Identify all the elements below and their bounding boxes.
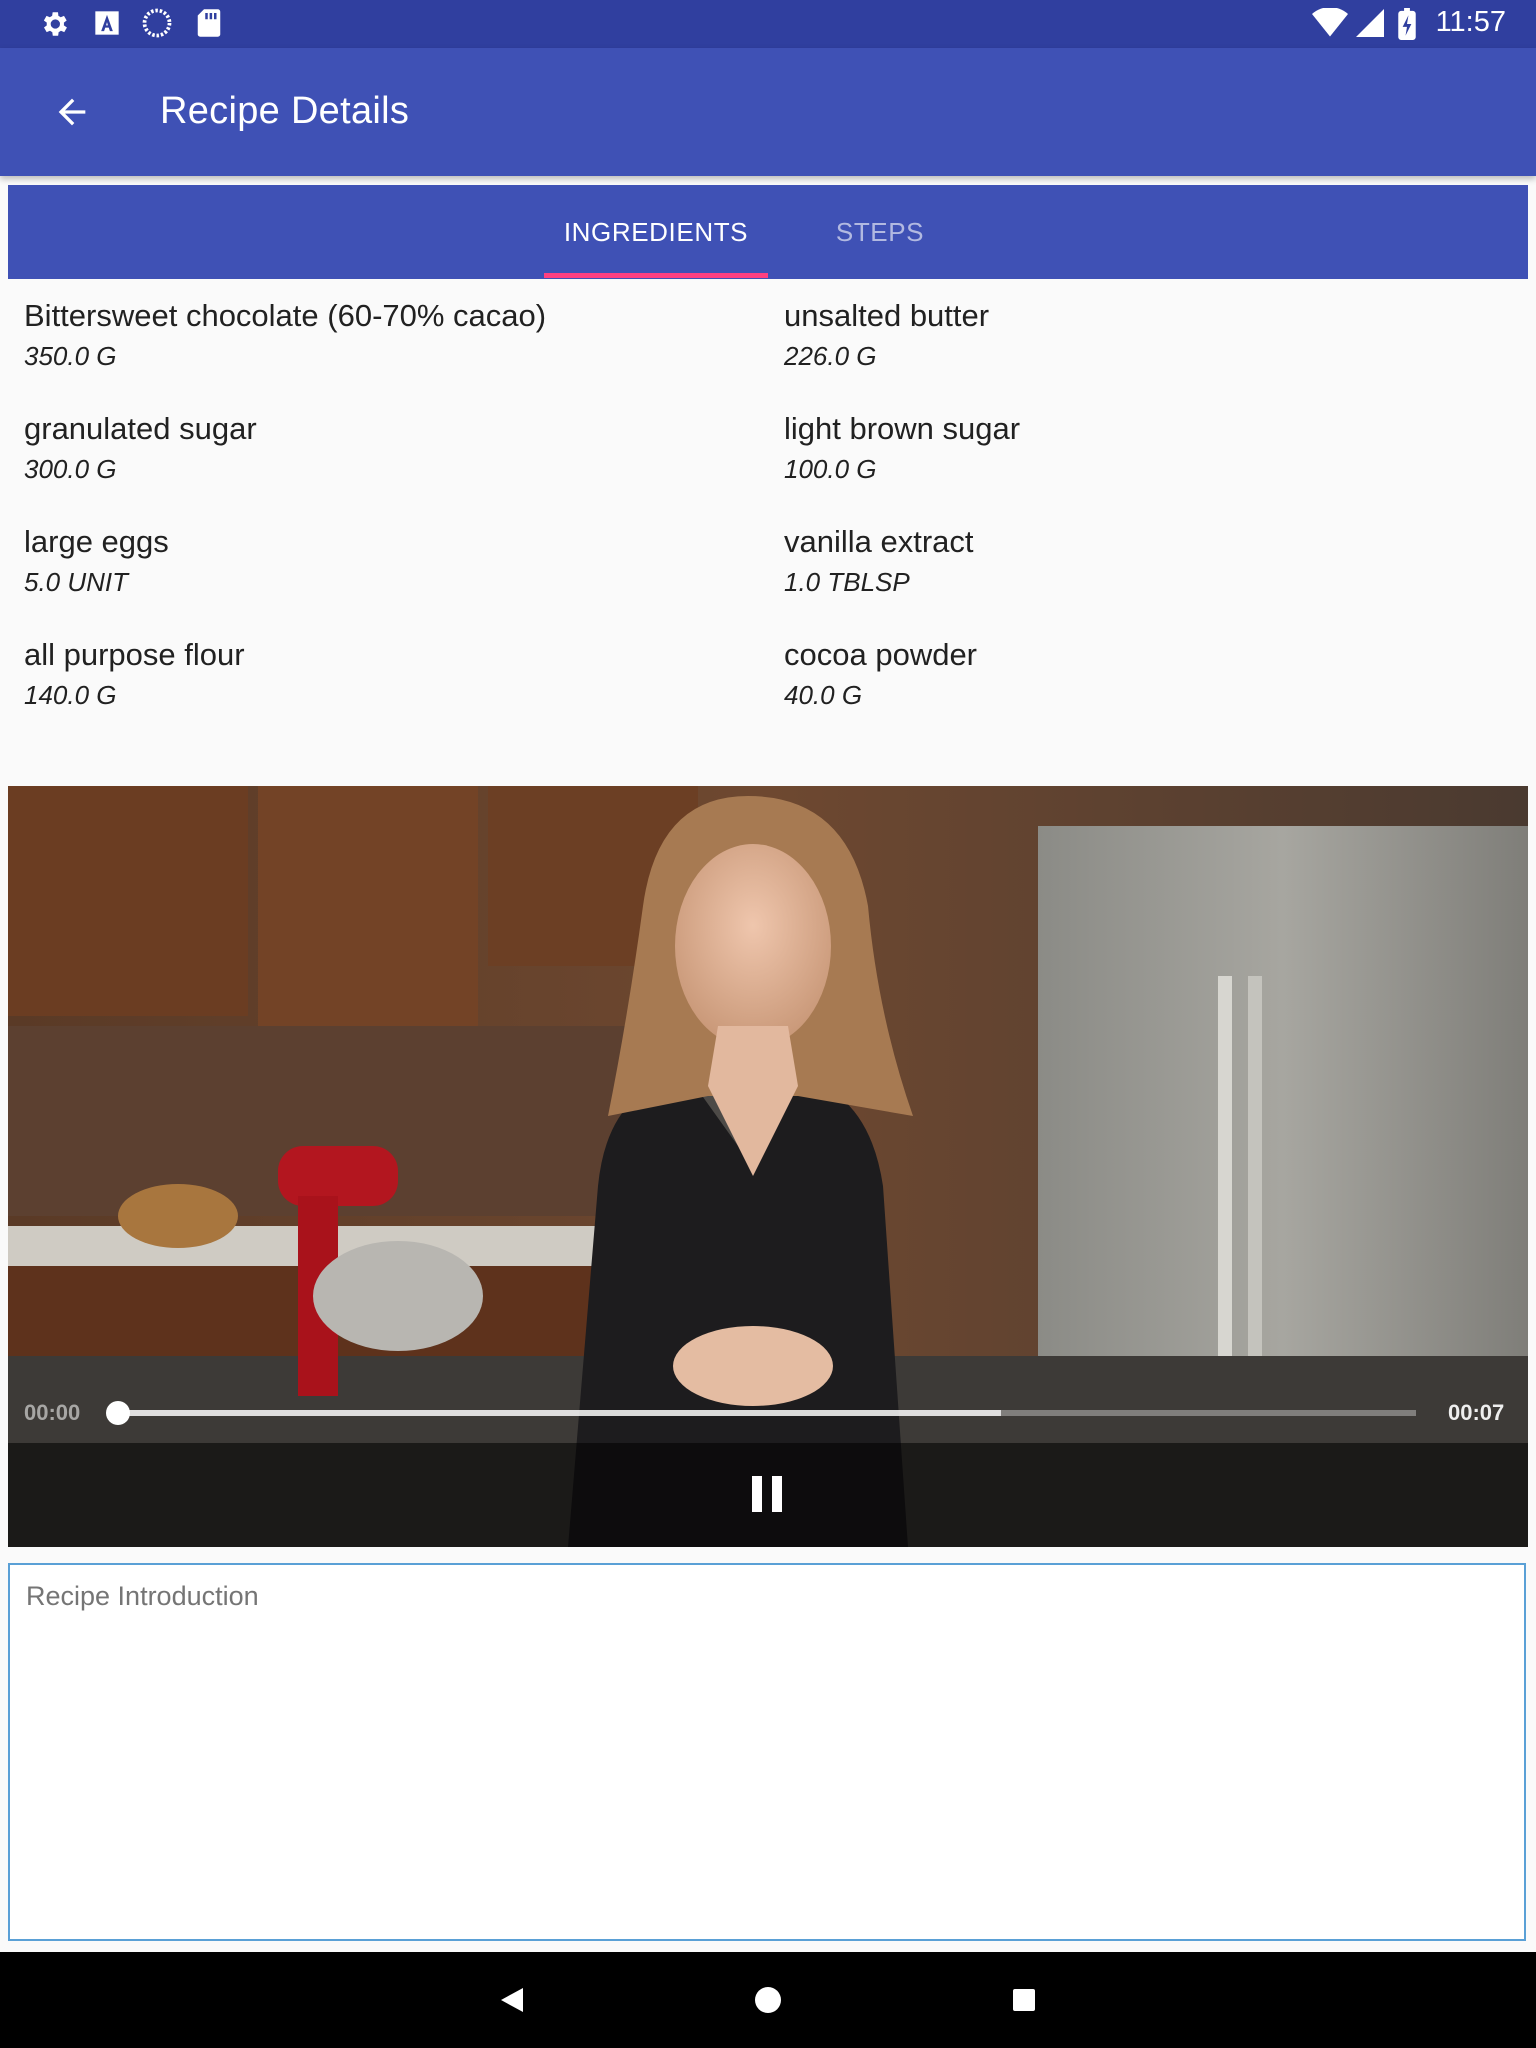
tab-steps[interactable]: STEPS [768,185,992,279]
pause-icon [752,1476,782,1512]
step-description-box: Recipe Introduction [8,1563,1526,1941]
navigation-bar [0,1952,1536,2048]
ingredient-quantity: 40.0 G [784,680,863,710]
ingredient-name: vanilla extract [784,524,974,559]
arrow-back-icon [58,98,86,126]
recents-square-icon [1013,1989,1035,2011]
video-player[interactable] [8,786,1528,1547]
status-time: 11:57 [1435,6,1506,38]
ingredient-name: light brown sugar [784,411,1021,446]
fruit-bowl [118,1184,238,1248]
tab-ingredients[interactable]: INGREDIENTS [544,185,768,279]
ingredient-name: large eggs [24,524,169,559]
ingredient-quantity: 300.0 G [24,454,117,484]
fridge-handle [1248,976,1262,1396]
ingredient-item: cocoa powder 40.0 G [784,635,1524,713]
ingredient-item: light brown sugar 100.0 G [784,409,1524,487]
ingredient-item: vanilla extract 1.0 TBLSP [784,522,1524,600]
cabinet-upper [8,786,248,1016]
battery-charging-icon [1398,8,1416,44]
app-bar: Recipe Details [0,48,1536,176]
home-circle-icon [755,1987,781,2013]
cabinet-upper [258,786,478,1026]
cell-signal-icon [1356,8,1384,42]
ingredient-name: unsalted butter [784,298,990,333]
ingredient-quantity: 226.0 G [784,341,877,371]
settings-icon [38,8,70,44]
loading-circle-icon [142,8,172,42]
seek-buffer [118,1410,1001,1416]
wifi-icon [1312,7,1348,42]
ingredient-quantity: 350.0 G [24,341,117,371]
page-title: Recipe Details [160,90,410,132]
step-description-text: Recipe Introduction [26,1581,259,1611]
ingredient-quantity: 140.0 G [24,680,117,710]
nav-recents-button[interactable] [994,1976,1054,2024]
ingredient-name: all purpose flour [24,637,245,672]
seek-thumb[interactable] [106,1401,130,1425]
video-frame [8,786,1528,1547]
ingredient-item: all purpose flour 140.0 G [24,635,764,713]
ingredient-item: granulated sugar 300.0 G [24,409,764,487]
ingredient-item: Bittersweet chocolate (60-70% cacao) 350… [24,296,764,374]
text-a-icon [93,8,121,42]
tab-bar: INGREDIENTS STEPS [8,185,1528,279]
ingredient-quantity: 5.0 UNIT [24,567,129,597]
ingredient-item: unsalted butter 226.0 G [784,296,1524,374]
pause-button[interactable] [738,1462,798,1526]
video-position: 00:00 [24,1400,81,1425]
ingredient-item: large eggs 5.0 UNIT [24,522,764,600]
mixer-bowl [313,1241,483,1351]
presenter-face [675,844,831,1048]
ingredient-name: Bittersweet chocolate (60-70% cacao) [24,298,547,333]
seek-bar[interactable] [118,1410,1416,1416]
fridge-handle [1218,976,1232,1396]
ingredient-quantity: 100.0 G [784,454,877,484]
tab-indicator [544,273,768,278]
sd-card-icon [196,8,222,42]
presenter-hands [673,1326,833,1406]
video-duration: 00:07 [1448,1400,1505,1425]
back-button[interactable] [38,82,106,142]
back-triangle-icon [501,1988,523,2012]
ingredient-name: granulated sugar [24,411,257,446]
nav-home-button[interactable] [738,1976,798,2024]
ingredient-name: cocoa powder [784,637,978,672]
status-bar: 11:57 [0,0,1536,48]
ingredient-quantity: 1.0 TBLSP [784,567,910,597]
nav-back-button[interactable] [482,1976,542,2024]
